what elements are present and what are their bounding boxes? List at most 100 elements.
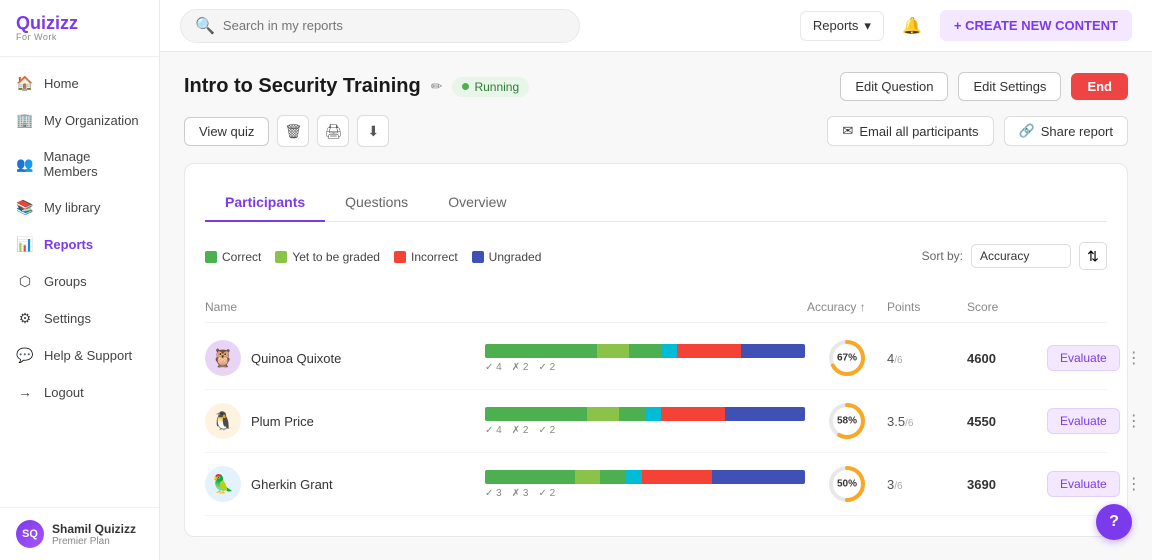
- user-plan: Premier Plan: [52, 536, 136, 547]
- logo-text: Quizizz: [16, 14, 143, 32]
- reports-dropdown[interactable]: Reports ▾: [800, 11, 884, 41]
- th-name: Name: [205, 300, 485, 314]
- edit-question-button[interactable]: Edit Question: [840, 72, 948, 101]
- participants-card: ParticipantsQuestionsOverview CorrectYet…: [184, 163, 1128, 537]
- bar-segment: [712, 470, 750, 484]
- delete-icon[interactable]: 🗑: [277, 115, 309, 147]
- legend-dot: [205, 251, 217, 263]
- quiz-title-row: Intro to Security Training ✏ Running: [184, 75, 529, 98]
- avatar: SQ: [16, 520, 44, 548]
- more-options-icon[interactable]: ⋮: [1126, 348, 1142, 368]
- user-name: Shamil Quizizz: [52, 522, 136, 536]
- evaluate-button[interactable]: Evaluate: [1047, 408, 1120, 434]
- points-cell: 3.5/6: [887, 414, 967, 429]
- sidebar-item-settings[interactable]: ⚙Settings: [0, 300, 159, 337]
- table-row: 🐧 Plum Price ✓ 4✗ 2✓ 2 58% 3.5/6 4550 Ev…: [205, 390, 1107, 453]
- help-support-icon: 💬: [16, 347, 34, 364]
- more-options-icon[interactable]: ⋮: [1126, 411, 1142, 431]
- bar-labels: ✓ 4✗ 2✓ 2: [485, 425, 807, 436]
- evaluate-button[interactable]: Evaluate: [1047, 471, 1120, 497]
- bar-segment: [645, 407, 661, 421]
- th-actions: [1047, 300, 1107, 314]
- print-icon[interactable]: 🖨: [317, 115, 349, 147]
- bar-segment: [709, 407, 725, 421]
- th-bars: [485, 300, 807, 314]
- user-info[interactable]: SQ Shamil Quizizz Premier Plan: [16, 520, 143, 548]
- points-cell: 4/6: [887, 351, 967, 366]
- bar-segment: [677, 344, 725, 358]
- legend: CorrectYet to be gradedIncorrectUngraded: [205, 250, 541, 264]
- bar-labels: ✓ 4✗ 2✓ 2: [485, 362, 807, 373]
- quiz-header: Intro to Security Training ✏ Running Edi…: [184, 72, 1128, 101]
- tab-participants[interactable]: Participants: [205, 184, 325, 222]
- table-header: Name Accuracy ↑ Points Score: [205, 294, 1107, 323]
- logout-icon: →: [16, 384, 34, 400]
- accuracy-donut: 50%: [826, 463, 868, 505]
- settings-icon: ⚙: [16, 310, 34, 327]
- th-accuracy: Accuracy ↑: [807, 300, 887, 314]
- manage-members-icon: 👥: [16, 156, 33, 173]
- table-row: 🦜 Gherkin Grant ✓ 3✗ 3✓ 2 50% 3/6 3690 E…: [205, 453, 1107, 516]
- th-points: Points: [887, 300, 967, 314]
- topbar-right: Reports ▾ 🔔 + CREATE NEW CONTENT: [800, 10, 1132, 42]
- accuracy-label: 50%: [837, 479, 857, 490]
- evaluate-more-cell: Evaluate ⋮: [1047, 345, 1107, 371]
- accuracy-cell: 50%: [807, 463, 887, 505]
- my-library-icon: 📚: [16, 199, 34, 216]
- sidebar-item-home[interactable]: 🏠Home: [0, 65, 159, 102]
- bar-segment: [485, 344, 597, 358]
- score-cell: 3690: [967, 477, 1047, 492]
- create-new-content-button[interactable]: + CREATE NEW CONTENT: [940, 10, 1132, 41]
- help-button[interactable]: ?: [1096, 504, 1132, 540]
- end-button[interactable]: End: [1071, 73, 1128, 100]
- evaluate-button[interactable]: Evaluate: [1047, 345, 1120, 371]
- progress-bar: [485, 407, 805, 421]
- points-cell: 3/6: [887, 477, 967, 492]
- sidebar-item-label: My library: [44, 200, 100, 215]
- bar-label: ✓ 2: [538, 425, 555, 436]
- sidebar-item-my-library[interactable]: 📚 My library: [0, 189, 159, 226]
- view-quiz-button[interactable]: View quiz: [184, 117, 269, 146]
- bar-segment: [626, 470, 642, 484]
- sidebar-item-label: Reports: [44, 237, 93, 252]
- edit-settings-button[interactable]: Edit Settings: [958, 72, 1061, 101]
- progress-bar: [485, 344, 805, 358]
- evaluate-more-cell: Evaluate ⋮: [1047, 471, 1107, 497]
- search-input[interactable]: [223, 18, 565, 33]
- share-report-button[interactable]: 🔗 Share report: [1004, 116, 1128, 146]
- share-icon: 🔗: [1019, 123, 1035, 139]
- download-icon[interactable]: ⬇: [357, 115, 389, 147]
- sidebar-item-reports[interactable]: 📊Reports: [0, 226, 159, 263]
- sort-row: Sort by: AccuracyNameScorePoints ⇅: [922, 242, 1107, 270]
- logo: Quizizz For Work: [0, 0, 159, 57]
- more-options-icon[interactable]: ⋮: [1126, 474, 1142, 494]
- bar-segment: [757, 407, 805, 421]
- logo-sub: For Work: [16, 32, 143, 42]
- search-box[interactable]: 🔍: [180, 9, 580, 43]
- sidebar-item-manage-members[interactable]: 👥Manage Members: [0, 139, 159, 189]
- running-dot: [462, 83, 469, 90]
- sort-select[interactable]: AccuracyNameScorePoints: [971, 244, 1071, 268]
- sort-direction-button[interactable]: ⇅: [1079, 242, 1107, 270]
- avatar: 🦉: [205, 340, 241, 376]
- sidebar-item-my-organization[interactable]: 🏢My Organization: [0, 102, 159, 139]
- sidebar-item-logout[interactable]: →Logout: [0, 374, 159, 410]
- tab-overview[interactable]: Overview: [428, 184, 526, 222]
- email-participants-button[interactable]: ✉ Email all participants: [827, 116, 993, 146]
- bar-segment: [485, 470, 575, 484]
- progress-bar-container: ✓ 4✗ 2✓ 2: [485, 407, 807, 436]
- bell-icon[interactable]: 🔔: [896, 10, 928, 42]
- content-area: Intro to Security Training ✏ Running Edi…: [160, 52, 1152, 560]
- running-badge: Running: [452, 77, 529, 97]
- bar-segment: [741, 344, 773, 358]
- sidebar-item-help-support[interactable]: 💬Help & Support: [0, 337, 159, 374]
- tab-questions[interactable]: Questions: [325, 184, 428, 222]
- sidebar-item-groups[interactable]: ⬡Groups: [0, 263, 159, 300]
- bar-label: ✓ 4: [485, 425, 502, 436]
- legend-item-incorrect: Incorrect: [394, 250, 458, 264]
- accuracy-cell: 67%: [807, 337, 887, 379]
- bar-segment: [661, 344, 677, 358]
- edit-quiz-icon[interactable]: ✏: [431, 78, 443, 95]
- progress-bar-container: ✓ 3✗ 3✓ 2: [485, 470, 807, 499]
- legend-item-yet-to-be-graded: Yet to be graded: [275, 250, 380, 264]
